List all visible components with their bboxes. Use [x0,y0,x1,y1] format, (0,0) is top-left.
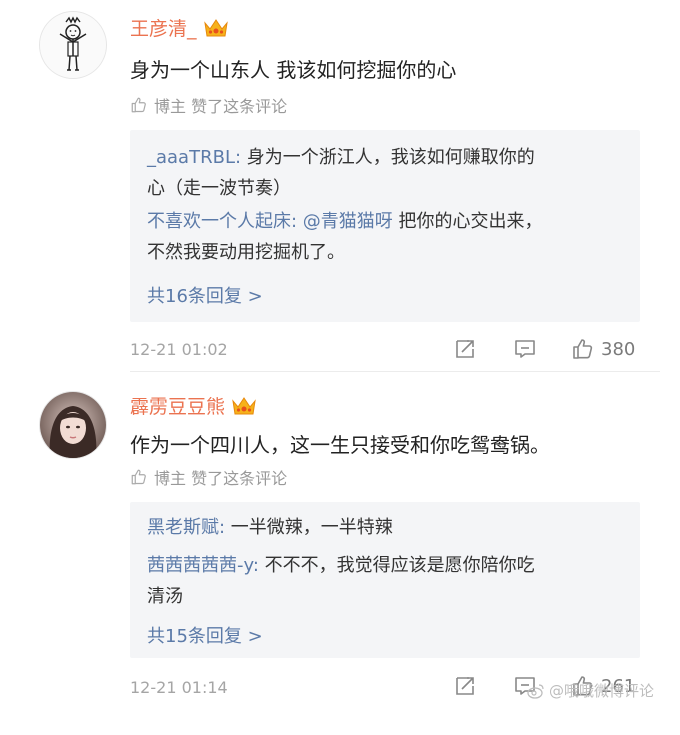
reply-box: 黑老斯赋: 一半微辣，一半特辣 茜茜茜茜茜-y: 不不不，我觉得应该是愿你陪你吃… [130,502,640,658]
reply-text: 把你的心交出来， [392,211,543,232]
author-liked-text: 博主 赞了这条评论 [154,97,288,116]
watermark: @哦哦微博评论 [527,680,654,701]
username[interactable]: 王彦清_ [130,14,229,41]
comment-icon [515,340,535,358]
avatar[interactable] [40,12,106,78]
weibo-logo-icon [527,683,544,699]
reply-item[interactable]: 黑老斯赋: 一半微辣，一半特辣 [147,512,627,543]
reply-text-cont: 不然我要动用挖掘机了。 [147,242,345,263]
crown-badge-icon [203,18,228,36]
divider [130,371,660,372]
watermark-text: @哦哦微博评论 [548,682,654,700]
reply-item[interactable]: 茜茜茜茜茜-y: 不不不，我觉得应该是愿你陪你吃 清汤 [147,550,627,612]
author-liked-notice: 博主 赞了这条评论 [130,93,287,117]
reply-text-cont: 清汤 [147,586,183,607]
reply-author[interactable]: 不喜欢一个人起床: [147,211,297,232]
more-replies-link[interactable]: 共16条回复 > [147,282,263,308]
comment-text: 作为一个四川人，这一生只接受和你吃鸳鸯锅。 [130,433,550,457]
like-count: 380 [601,338,636,360]
reply-text: 不不不，我觉得应该是愿你陪你吃 [258,555,535,576]
reply-author[interactable]: 茜茜茜茜茜-y: [147,555,259,576]
thumb-up-icon [573,339,593,359]
repost-button[interactable] [453,337,477,361]
portrait-avatar-icon [40,392,106,458]
reply-author[interactable]: _aaaTRBL: [147,147,241,168]
reply-button[interactable] [513,337,537,361]
reply-author[interactable]: 黑老斯赋: [147,517,225,538]
reply-box: _aaaTRBL: 身为一个浙江人，我该如何赚取你的 心（走一波节奏） 不喜欢一… [130,130,640,322]
avatar[interactable] [40,392,106,458]
like-button[interactable]: 380 [571,337,635,361]
reply-item[interactable]: 不喜欢一个人起床: @青猫猫呀 把你的心交出来， 不然我要动用挖掘机了。 [147,206,627,268]
thumb-up-icon [131,97,146,113]
reply-text: 一半微辣，一半特辣 [225,517,393,538]
repost-icon [456,677,474,695]
username[interactable]: 霹雳豆豆熊 [130,392,257,419]
author-liked-notice: 博主 赞了这条评论 [130,465,287,489]
username-text: 霹雳豆豆熊 [130,396,226,418]
reply-item[interactable]: _aaaTRBL: 身为一个浙江人，我该如何赚取你的 心（走一波节奏） [147,142,627,204]
comment-text: 身为一个山东人 我该如何挖掘你的心 [130,58,457,82]
crown-badge-icon [232,396,256,414]
reply-text: 身为一个浙江人，我该如何赚取你的 [241,147,535,168]
more-replies-link[interactable]: 共15条回复 > [147,622,263,648]
thumb-up-icon [131,469,146,485]
timestamp: 12-21 01:14 [130,678,228,697]
author-liked-text: 博主 赞了这条评论 [154,469,288,488]
repost-button[interactable] [453,674,477,698]
stick-figure-avatar-icon [40,12,106,78]
reply-mention[interactable]: @青猫猫呀 [297,211,393,232]
username-text: 王彦清_ [130,18,197,40]
timestamp: 12-21 01:02 [130,340,228,359]
reply-text-cont: 心（走一波节奏） [147,178,291,199]
repost-icon [456,340,474,358]
